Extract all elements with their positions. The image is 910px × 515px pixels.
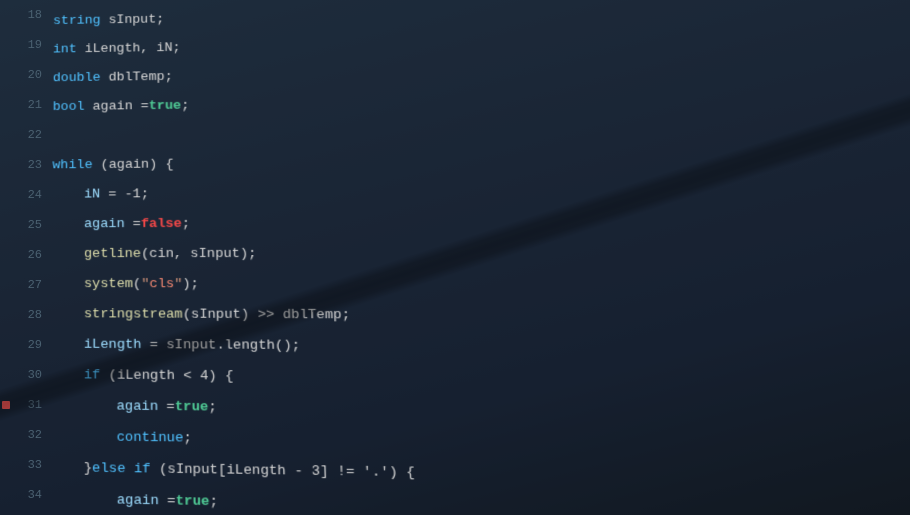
line-number-27: 27 bbox=[0, 270, 42, 300]
line-number-19: 19 bbox=[0, 30, 42, 60]
code-line-27: system("cls"); bbox=[52, 270, 910, 303]
line-number-24: 24 bbox=[0, 180, 42, 210]
editor-container: 18 19 20 21 22 23 24 25 26 27 28 29 30 3… bbox=[0, 0, 910, 515]
code-line-24: iN = -1; bbox=[52, 176, 910, 210]
line-number-29: 29 bbox=[0, 330, 42, 360]
code-line-23: while (again) { bbox=[52, 145, 910, 181]
line-number-31: 31 bbox=[0, 390, 42, 420]
line-number-33: 33 bbox=[0, 450, 42, 480]
line-number-34: 34 bbox=[0, 480, 42, 510]
line-number-25: 25 bbox=[0, 210, 42, 240]
line-numbers: 18 19 20 21 22 23 24 25 26 27 28 29 30 3… bbox=[0, 0, 52, 515]
line-number-22: 22 bbox=[0, 120, 42, 150]
line-number-23: 23 bbox=[0, 150, 42, 180]
line-number-32: 32 bbox=[0, 420, 42, 450]
line-number-26: 26 bbox=[0, 240, 42, 270]
code-line-28: stringstream(sInput) >> dblTemp; bbox=[52, 300, 910, 335]
line-number-30: 30 bbox=[0, 360, 42, 390]
bookmark-31 bbox=[2, 401, 10, 409]
code-line-26: getline(cin, sInput); bbox=[52, 239, 910, 271]
code-area: string sInput; int iLength, iN; double d… bbox=[51, 0, 910, 515]
line-number-28: 28 bbox=[0, 300, 42, 330]
line-number-20: 20 bbox=[0, 60, 42, 90]
line-number-18: 18 bbox=[0, 0, 42, 30]
line-number-35: 35 bbox=[0, 510, 42, 515]
code-line-25: again = false; bbox=[52, 208, 910, 240]
line-number-21: 21 bbox=[0, 90, 42, 120]
